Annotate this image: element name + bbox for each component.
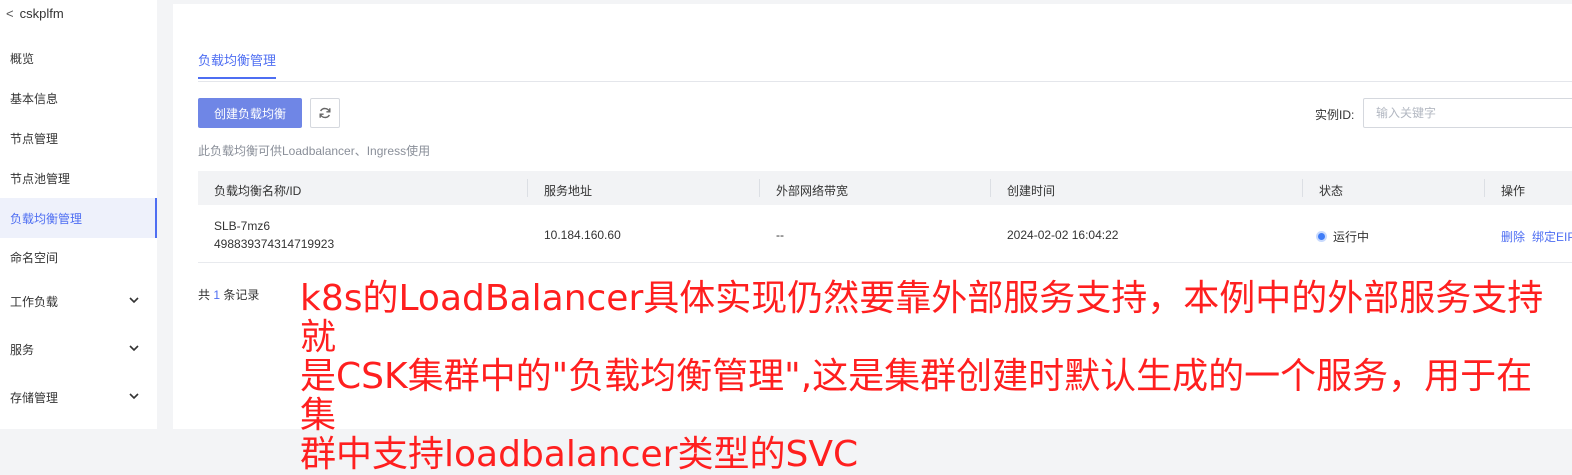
sidebar-item-label: 工作负载 — [10, 294, 59, 309]
sidebar-item-label: 服务 — [10, 342, 35, 357]
sidebar-item-label: 节点管理 — [10, 131, 59, 146]
column-header-name: 负载均衡名称/ID — [214, 184, 302, 198]
column-divider — [1302, 179, 1303, 197]
sidebar-item-workloads[interactable]: 工作负载 — [0, 282, 157, 320]
sidebar-item-label: 存储管理 — [10, 390, 59, 405]
chevron-down-icon — [129, 393, 139, 400]
sidebar-item-label: 负载均衡管理 — [10, 211, 83, 226]
chevron-down-icon — [129, 297, 139, 304]
column-divider — [527, 179, 528, 197]
usage-hint: 此负载均衡可供Loadbalancer、Ingress使用 — [198, 144, 431, 158]
annotation-line: k8s的LoadBalancer具体实现仍然要靠外部服务支持，本例中的外部服务支… — [300, 278, 1544, 358]
lb-id: 498839374314719923 — [214, 237, 335, 251]
create-load-balancer-button[interactable]: 创建负载均衡 — [198, 98, 302, 128]
column-divider — [759, 179, 760, 197]
lb-name: SLB-7mz6 — [214, 219, 271, 233]
annotation-line: 是CSK集群中的"负载均衡管理",这是集群创建时默认生成的一个服务，用于在集 — [300, 356, 1533, 436]
table-header: 负载均衡名称/ID 服务地址 外部网络带宽 创建时间 状态 操作 — [198, 171, 1572, 205]
sidebar-item-nodes[interactable]: 节点管理 — [0, 119, 157, 157]
cluster-name: cskplfm — [19, 6, 64, 21]
table-row: SLB-7mz6 498839374314719923 10.184.160.6… — [198, 205, 1572, 263]
column-divider — [1484, 179, 1485, 197]
total-records: 共 1 条记录 — [198, 286, 259, 303]
sidebar-item-label: 节点池管理 — [10, 171, 71, 186]
refresh-button[interactable] — [310, 98, 340, 128]
search-label: 实例ID: — [1315, 108, 1355, 122]
back-to-cluster-list[interactable]: < cskplfm — [6, 6, 64, 21]
annotation-line: 群中支持loadbalancer类型的SVC — [300, 434, 859, 475]
sidebar-item-load-balancer[interactable]: 负载均衡管理 — [0, 198, 157, 238]
sidebar-item-namespaces[interactable]: 命名空间 — [0, 238, 157, 276]
column-divider — [990, 179, 991, 197]
sidebar-item-label: 命名空间 — [10, 250, 59, 265]
lb-address: 10.184.160.60 — [544, 228, 621, 242]
total-prefix: 共 — [198, 288, 211, 302]
column-header-bandwidth: 外部网络带宽 — [776, 184, 849, 198]
sidebar: < cskplfm 概览 基本信息 节点管理 节点池管理 负载均衡管理 命名空间… — [0, 0, 157, 429]
total-count: 1 — [213, 288, 221, 302]
chevron-down-icon — [129, 345, 139, 352]
annotation-note: k8s的LoadBalancer具体实现仍然要靠外部服务支持，本例中的外部服务支… — [300, 279, 1565, 474]
sidebar-item-overview[interactable]: 概览 — [0, 39, 157, 77]
column-header-status: 状态 — [1319, 184, 1344, 198]
lb-created-time: 2024-02-02 16:04:22 — [1007, 228, 1119, 242]
total-suffix: 条记录 — [223, 288, 260, 302]
sidebar-item-label: 概览 — [10, 51, 35, 66]
search-input[interactable] — [1363, 98, 1572, 128]
chevron-left-icon: < — [6, 6, 14, 21]
sidebar-item-storage[interactable]: 存储管理 — [0, 378, 157, 416]
column-header-actions: 操作 — [1501, 184, 1526, 198]
bind-eip-link[interactable]: 绑定EIP — [1532, 228, 1572, 245]
column-header-created: 创建时间 — [1007, 184, 1056, 198]
delete-link[interactable]: 删除 — [1501, 228, 1525, 245]
sidebar-item-basic-info[interactable]: 基本信息 — [0, 79, 157, 117]
refresh-icon — [319, 107, 331, 119]
sidebar-item-services[interactable]: 服务 — [0, 330, 157, 368]
tab-divider — [198, 81, 1572, 82]
status-badge: 运行中 — [1316, 228, 1369, 245]
sidebar-item-node-pools[interactable]: 节点池管理 — [0, 159, 157, 197]
status-text: 运行中 — [1333, 230, 1370, 244]
sidebar-item-label: 基本信息 — [10, 91, 59, 106]
column-header-address: 服务地址 — [544, 184, 593, 198]
tab-load-balancer[interactable]: 负载均衡管理 — [198, 50, 277, 79]
status-dot-icon — [1316, 231, 1327, 243]
lb-bandwidth: -- — [776, 228, 784, 242]
